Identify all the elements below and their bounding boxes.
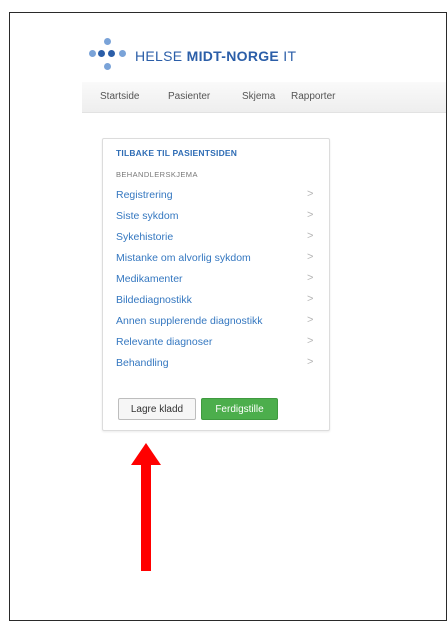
brand-logo[interactable]: HELSE MIDT-NORGE IT [89, 36, 310, 78]
nav-item-skjema[interactable]: Skjema [242, 91, 275, 102]
menu-item-medikamenter[interactable]: Medikamenter > [103, 270, 329, 290]
menu-item-label: Medikamenter [116, 273, 183, 285]
menu-item-label: Siste sykdom [116, 210, 179, 222]
menu-item-bildediagnostikk[interactable]: Bildediagnostikk > [103, 291, 329, 311]
logo-dot-bottom [104, 63, 111, 70]
menu-item-siste-sykdom[interactable]: Siste sykdom > [103, 207, 329, 227]
nav-item-startside[interactable]: Startside [100, 91, 139, 102]
nav-item-rapporter[interactable]: Rapporter [291, 91, 335, 102]
logo-dot-left-inner [98, 50, 105, 57]
back-to-patient-link[interactable]: TILBAKE TIL PASIENTSIDEN [116, 148, 237, 158]
chevron-right-icon: > [307, 272, 314, 284]
logo-text-suffix: IT [279, 48, 297, 64]
arrow-shaft [141, 463, 151, 571]
finish-button[interactable]: Ferdigstille [201, 398, 278, 420]
section-heading: BEHANDLERSKJEMA [116, 170, 198, 179]
menu-item-label: Sykehistorie [116, 231, 174, 243]
chevron-right-icon: > [307, 356, 314, 368]
chevron-right-icon: > [307, 314, 314, 326]
menu-item-relevante-diagnoser[interactable]: Relevante diagnoser > [103, 333, 329, 353]
form-nav-panel: TILBAKE TIL PASIENTSIDEN BEHANDLERSKJEMA… [102, 138, 330, 431]
chevron-right-icon: > [307, 251, 314, 263]
chevron-right-icon: > [307, 293, 314, 305]
arrow-head-icon [131, 443, 161, 465]
menu-item-label: Mistanke om alvorlig sykdom [116, 252, 251, 264]
logo-text: HELSE MIDT-NORGE IT [135, 48, 296, 64]
menu-item-registrering[interactable]: Registrering > [103, 186, 329, 206]
menu-item-label: Relevante diagnoser [116, 336, 213, 348]
logo-dot-left-outer [89, 50, 96, 57]
menu-item-annen-diagnostikk[interactable]: Annen supplerende diagnostikk > [103, 312, 329, 332]
chevron-right-icon: > [307, 230, 314, 242]
menu-item-label: Annen supplerende diagnostikk [116, 315, 263, 327]
chevron-right-icon: > [307, 209, 314, 221]
menu-item-label: Registrering [116, 189, 173, 201]
logo-dot-center [108, 50, 115, 57]
chevron-right-icon: > [307, 188, 314, 200]
nav-item-pasienter[interactable]: Pasienter [168, 91, 210, 102]
menu-item-label: Behandling [116, 357, 169, 369]
logo-dot-top [104, 38, 111, 45]
logo-dot-right [119, 50, 126, 57]
logo-text-bold: MIDT-NORGE [186, 48, 280, 64]
menu-item-behandling[interactable]: Behandling > [103, 354, 329, 374]
menu-item-label: Bildediagnostikk [116, 294, 192, 306]
chevron-right-icon: > [307, 335, 314, 347]
menu-item-sykehistorie[interactable]: Sykehistorie > [103, 228, 329, 248]
red-arrow-annotation [131, 443, 161, 571]
menu-item-mistanke[interactable]: Mistanke om alvorlig sykdom > [103, 249, 329, 269]
logo-text-light: HELSE [135, 48, 187, 64]
main-nav: Startside Pasienter Skjema Rapporter [82, 82, 446, 113]
save-draft-button[interactable]: Lagre kladd [118, 398, 196, 420]
